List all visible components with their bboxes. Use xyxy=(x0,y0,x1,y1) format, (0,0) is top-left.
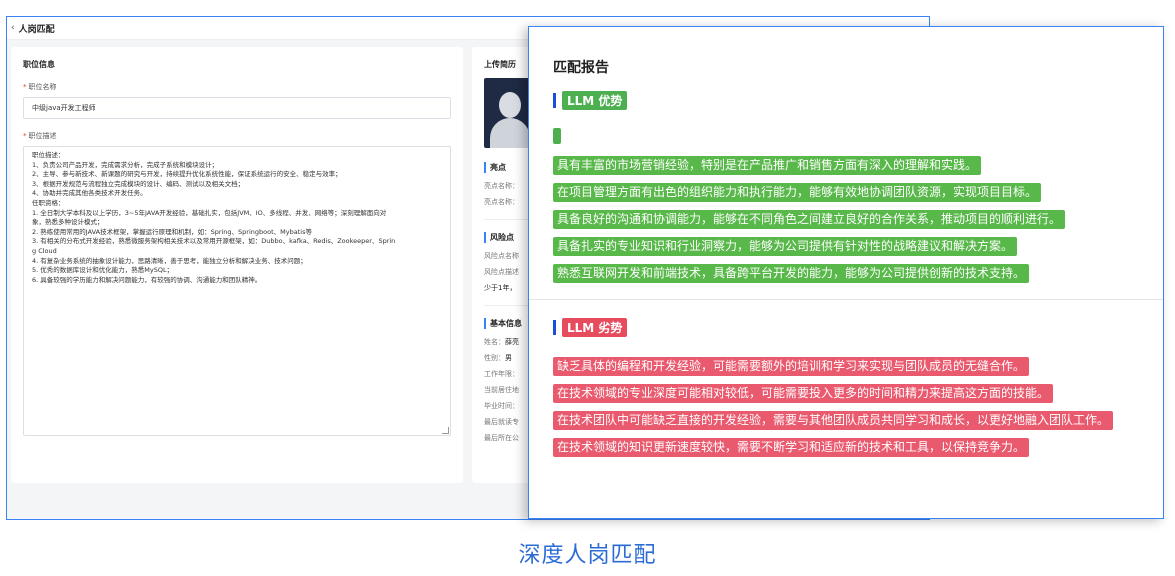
weaknesses-item: 在技术领域的专业深度可能相对较低，可能需要投入更多的时间和精力来提高这方面的技能… xyxy=(553,384,1054,403)
strengths-header: LLM 优势 xyxy=(553,91,1139,110)
weaknesses-item: 在技术团队中可能缺乏直接的开发经验，需要与其他团队成员共同学习和成长，以更好地融… xyxy=(553,411,1114,430)
weaknesses-tag: LLM 劣势 xyxy=(562,318,628,337)
weaknesses-item: 缺乏具体的编程和开发经验，可能需要额外的培训和学习来实现与团队成员的无缝合作。 xyxy=(553,357,1030,376)
job-desc-line: 1. 全日制大学本科及以上学历，3~5年JAVA开发经验，基础扎实，包括JVM、… xyxy=(32,208,387,217)
strengths-item: 具有丰富的市场营销经验，特别是在产品推广和销售方面有深入的理解和实践。 xyxy=(553,156,982,175)
resize-handle-icon[interactable] xyxy=(442,427,449,434)
strengths-item: 具备良好的沟通和协调能力，能够在不同角色之间建立良好的合作关系，推动项目的顺利进… xyxy=(553,210,1066,229)
strengths-item: 在项目管理方面有出色的组织能力和执行能力，能够有效地协调团队资源，实现项目目标。 xyxy=(553,183,1042,202)
caption: 深度人岗匹配 xyxy=(518,543,657,568)
job-desc-line: 5. 优秀的数据库设计和优化能力，熟悉MySQL； xyxy=(32,266,174,275)
job-desc-textarea[interactable]: 职位描述： 1、负责公司产品开发，完成需求分析，完成子系统和模块设计； 2、主导、参… xyxy=(23,146,451,436)
job-desc-line: 任职资格： xyxy=(32,198,65,207)
strengths-item: 具备扎实的专业知识和行业洞察力，能够为公司提供有针对性的战略建议和解决方案。 xyxy=(553,237,1018,256)
match-report-panel: 匹配报告 LLM 优势 具有丰富的市场营销经验，特别是在产品推广和销售方面有深入… xyxy=(528,26,1164,519)
job-desc-line: g Cloud xyxy=(32,246,57,255)
job-desc-line: 2. 熟练使用常用的JAVA技术框架，掌握运行原理和机制，如：Spring、Sp… xyxy=(32,227,312,236)
report-title: 匹配报告 xyxy=(553,60,609,76)
job-desc-line: 3、根据开发规范与流程独立完成模块的设计、编码、测试以及相关文档； xyxy=(32,179,245,188)
job-desc-line: 职位描述： xyxy=(32,151,65,159)
weaknesses-list: 缺乏具体的编程和开发经验，可能需要额外的培训和学习来实现与团队成员的无缝合作。在… xyxy=(553,355,1139,457)
job-name-label: * 职位名称 xyxy=(23,83,57,91)
job-desc-line: 象，熟悉多种设计模式； xyxy=(32,218,104,227)
page-title: 人岗匹配 xyxy=(18,24,55,35)
back-chevron-icon[interactable]: ‹ xyxy=(11,23,15,33)
job-info-title: 职位信息 xyxy=(23,60,55,69)
job-desc-line: 1、负责公司产品开发，完成需求分析，完成子系统和模块设计； xyxy=(32,160,219,169)
weaknesses-header: LLM 劣势 xyxy=(553,318,1139,337)
job-desc-line: 2、主导、参与新技术、新课题的研究与开发，持续提升优化系统性能，保证系统运行的安… xyxy=(32,170,342,179)
job-desc-line: 6. 具备较强的学历能力和解决问题能力，有较强的协调、沟通能力和团队精神。 xyxy=(32,275,262,284)
strengths-item: 熟悉互联网开发和前端技术，具备跨平台开发的能力，能够为公司提供创新的技术支持。 xyxy=(553,264,1030,283)
job-name-input[interactable]: 中级java开发工程师 xyxy=(23,97,451,119)
avatar xyxy=(484,78,534,148)
strengths-list: 具有丰富的市场营销经验，特别是在产品推广和销售方面有深入的理解和实践。在项目管理… xyxy=(553,154,1139,283)
job-desc-label: * 职位描述 xyxy=(23,132,57,140)
weaknesses-item: 在技术领域的知识更新速度较快，需要不断学习和适应新的技术和工具，以保持竞争力。 xyxy=(553,438,1030,457)
empty-strength-marker xyxy=(553,128,561,144)
job-desc-line: 4、协助并完成其他各类技术开发任务。 xyxy=(32,189,147,198)
strengths-tag: LLM 优势 xyxy=(562,91,628,110)
job-desc-line: 3. 有相关的分布式开发经验，熟悉微服务架构相关技术以及常用开源框架，如：Dub… xyxy=(32,237,396,246)
job-desc-line: 4. 有复杂业务系统的抽象设计能力，思路清晰，善于思考，能独立分析和解决业务、技… xyxy=(32,256,307,265)
job-info-card: 职位信息 * 职位名称 中级java开发工程师 * 职位描述 职位描述： 1、负责公司… xyxy=(11,47,463,483)
